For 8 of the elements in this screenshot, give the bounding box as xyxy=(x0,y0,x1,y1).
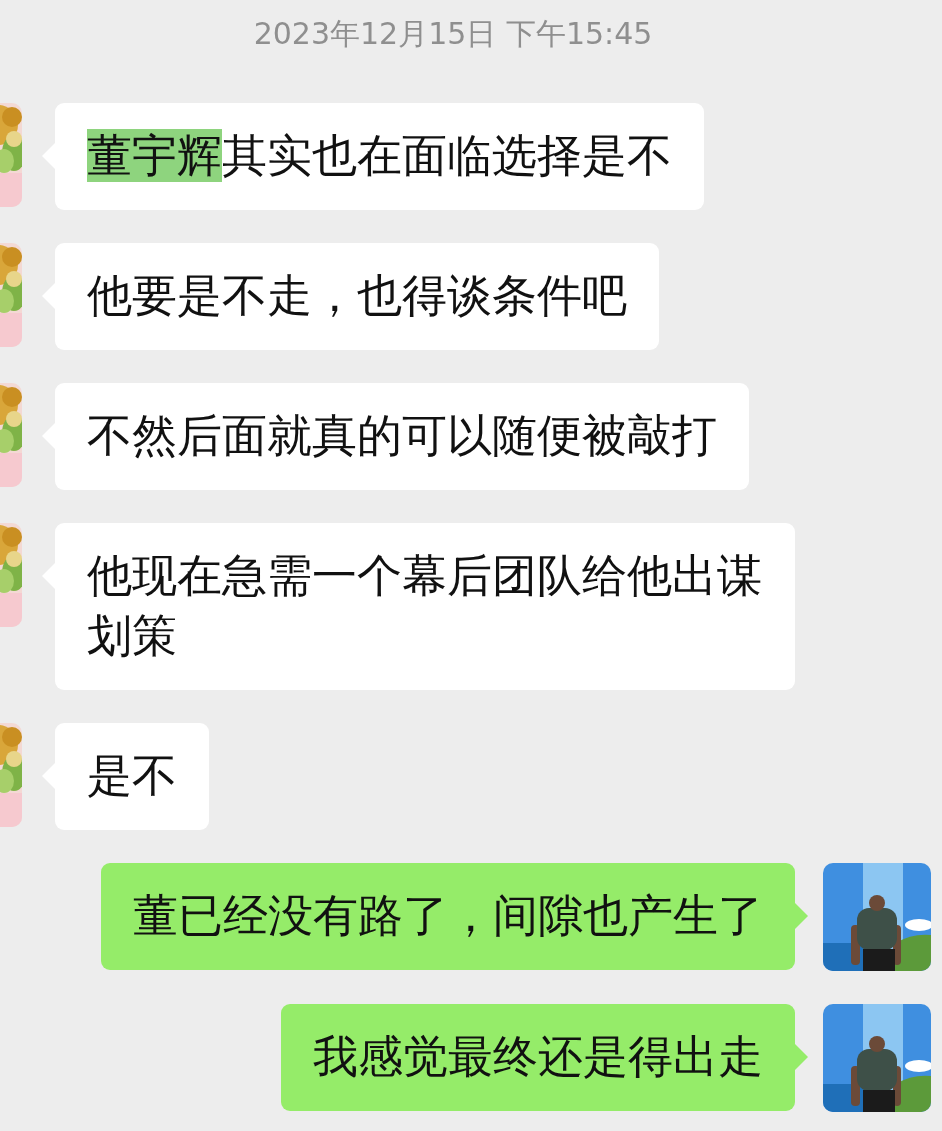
message-text: 董宇辉其实也在面临选择是不 xyxy=(87,128,672,184)
message-text: 他要是不走，也得谈条件吧 xyxy=(87,268,627,324)
message-text: 我感觉最终还是得出走 xyxy=(313,1029,763,1085)
message-text: 他现在急需一个幕后团队给他出谋划策 xyxy=(87,548,763,664)
message-text: 董已经没有路了，间隙也产生了 xyxy=(133,888,763,944)
message-text: 是不 xyxy=(87,748,177,804)
timestamp: 2023年12月15日 下午15:45 xyxy=(252,15,654,53)
message-text: 不然后面就真的可以随便被敲打 xyxy=(87,408,717,464)
